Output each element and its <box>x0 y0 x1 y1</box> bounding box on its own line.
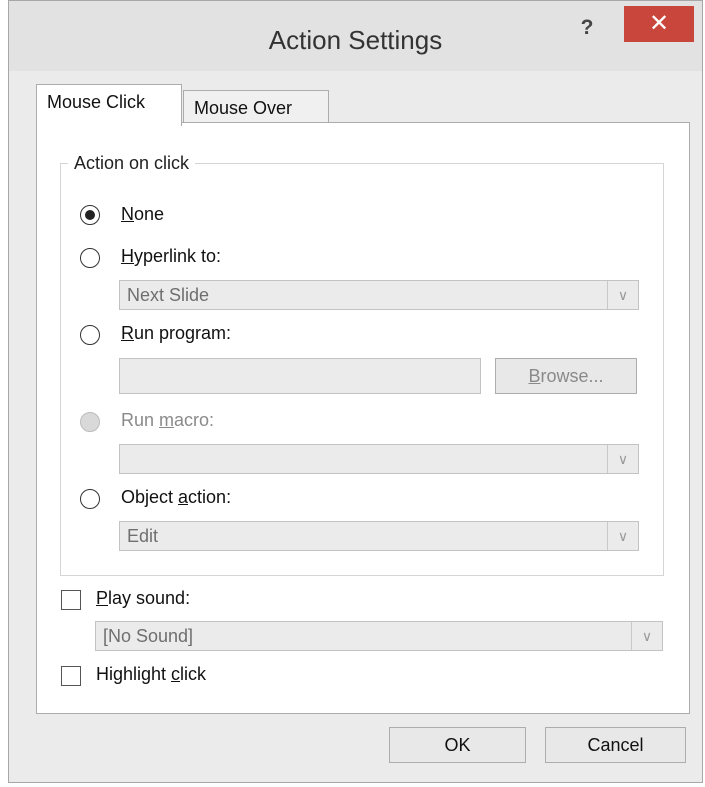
ok-button[interactable]: OK <box>389 727 526 763</box>
group-label: Action on click <box>68 153 196 174</box>
hyperlink-combo[interactable]: Next Slide ∨ <box>119 280 639 310</box>
tab-mouse-over[interactable]: Mouse Over <box>183 90 329 126</box>
object-action-radio[interactable] <box>80 489 100 509</box>
run-program-label: Run program: <box>121 323 232 343</box>
hyperlink-label: Hyperlink to: <box>121 246 222 266</box>
run-macro-radio[interactable] <box>80 412 100 432</box>
title-bar: Action Settings ? ✕ <box>9 1 702 71</box>
run-program-radio[interactable] <box>80 325 100 345</box>
none-label: None <box>121 204 165 224</box>
dialog-title: Action Settings <box>268 25 443 55</box>
run-macro-label: Run macro: <box>121 410 215 430</box>
play-sound-checkbox[interactable] <box>61 590 81 610</box>
tab-mouse-click[interactable]: Mouse Click <box>36 84 182 126</box>
object-action-label: Object action: <box>121 487 232 507</box>
chevron-down-icon: ∨ <box>607 522 638 550</box>
cancel-button[interactable]: Cancel <box>545 727 686 763</box>
sound-value: [No Sound] <box>103 626 194 646</box>
run-macro-combo[interactable]: ∨ <box>119 444 639 474</box>
close-icon: ✕ <box>648 10 670 37</box>
close-button[interactable]: ✕ <box>624 6 694 42</box>
chevron-down-icon: ∨ <box>607 445 638 473</box>
browse-button[interactable]: Browse... <box>495 358 637 394</box>
chevron-down-icon: ∨ <box>607 281 638 309</box>
none-radio[interactable] <box>80 205 100 225</box>
highlight-click-checkbox[interactable] <box>61 666 81 686</box>
run-program-field[interactable] <box>119 358 481 394</box>
radio-selected-dot <box>85 210 95 220</box>
hyperlink-value: Next Slide <box>127 285 210 305</box>
highlight-click-label: Highlight click <box>96 664 207 684</box>
chevron-down-icon: ∨ <box>631 622 662 650</box>
play-sound-label: Play sound: <box>96 588 191 608</box>
help-button[interactable]: ? <box>577 16 597 40</box>
hyperlink-radio[interactable] <box>80 248 100 268</box>
object-action-value: Edit <box>127 526 159 546</box>
sound-combo[interactable]: [No Sound] ∨ <box>95 621 663 651</box>
object-action-combo[interactable]: Edit ∨ <box>119 521 639 551</box>
